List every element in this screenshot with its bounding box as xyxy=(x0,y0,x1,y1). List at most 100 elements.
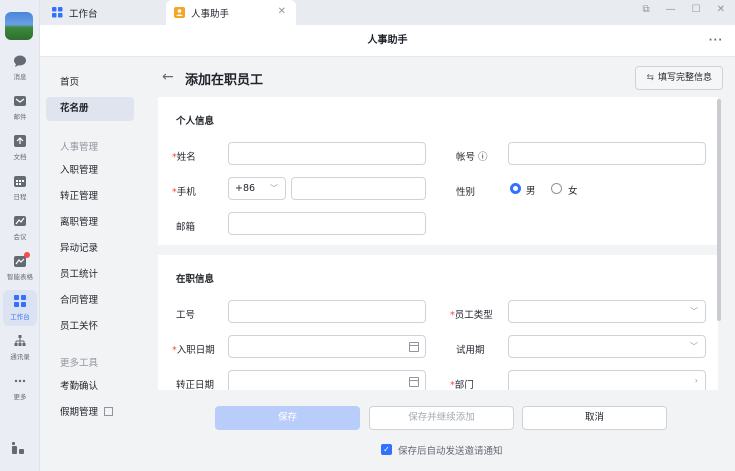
rail-item-docs[interactable]: 文档 xyxy=(0,130,40,166)
avatar[interactable] xyxy=(5,12,33,40)
fill-complete-info-button[interactable]: ⇆ 填写完整信息 xyxy=(635,66,723,90)
nav-item-label: 假期管理 xyxy=(60,407,99,418)
hr-sidebar: 首页 花名册 人事管理 入职管理 转正管理 离职管理 异动记录 员工统计 合同管… xyxy=(40,57,140,471)
rail-item-calendar[interactable]: 日程 xyxy=(0,170,40,206)
apps-icon[interactable] xyxy=(10,440,26,456)
nav-item-roster[interactable]: 花名册 xyxy=(46,97,134,121)
join-date-label: *入职日期 xyxy=(172,345,215,356)
employee-id-label: 工号 xyxy=(176,310,196,321)
more-options-icon[interactable]: ··· xyxy=(709,25,723,56)
country-code-select[interactable]: +86 ﹀ xyxy=(228,177,286,200)
nav-item-holiday[interactable]: 假期管理 xyxy=(46,401,134,425)
probation-select[interactable]: ﹀ xyxy=(508,335,706,358)
nav-item-regular[interactable]: 转正管理 xyxy=(46,185,134,209)
rail-item-workbench[interactable]: 工作台 xyxy=(3,290,37,326)
nav-item-attendance[interactable]: 考勤确认 xyxy=(46,375,134,399)
name-label: *姓名 xyxy=(172,152,196,163)
phone-input[interactable] xyxy=(291,177,426,200)
back-arrow-icon[interactable]: ← xyxy=(162,69,174,85)
page-title: 添加在职员工 xyxy=(185,73,264,88)
button-label: 填写完整信息 xyxy=(657,73,712,83)
department-label: *部门 xyxy=(450,380,474,390)
employee-type-select[interactable]: ﹀ xyxy=(508,300,706,323)
pin-icon[interactable]: ⧉ xyxy=(643,4,650,15)
rail-item-messages[interactable]: 消息 xyxy=(0,50,40,86)
personal-info-card: 个人信息 *姓名 帐号 ⓘ *手机 +86 ﹀ 性别 男 女 邮箱 xyxy=(158,97,718,245)
workbench-icon xyxy=(52,7,63,18)
name-input[interactable] xyxy=(228,142,426,165)
close-icon[interactable]: ✕ xyxy=(278,6,286,17)
regular-date-picker[interactable] xyxy=(228,370,426,390)
tab-bar: 工作台 人事助手 ✕ ⧉ — ☐ ✕ xyxy=(40,0,735,25)
more-icon xyxy=(14,379,26,383)
email-input[interactable] xyxy=(228,212,426,235)
nav-item-stats[interactable]: 员工统计 xyxy=(46,263,134,287)
calendar-icon xyxy=(14,176,26,187)
rail-item-mail[interactable]: 邮件 xyxy=(0,90,40,126)
country-code-value: +86 xyxy=(235,183,256,194)
tab-workbench[interactable]: 工作台 xyxy=(44,0,164,25)
left-rail: 消息 邮件 文档 日程 会议 智能表格 工作台 通讯录 更多 xyxy=(0,0,40,471)
chevron-right-icon: › xyxy=(694,376,698,385)
meeting-icon xyxy=(14,216,26,226)
document-icon xyxy=(14,135,26,147)
section-title: 个人信息 xyxy=(176,116,215,127)
switch-icon: ⇆ xyxy=(646,73,654,83)
chevron-down-icon: ﹀ xyxy=(270,184,278,193)
notify-checkbox[interactable]: ✓ xyxy=(381,444,392,455)
regular-date-label: 转正日期 xyxy=(176,380,215,390)
nav-item-onboard[interactable]: 入职管理 xyxy=(46,159,134,183)
chevron-down-icon: ﹀ xyxy=(690,342,698,351)
window-controls: ⧉ — ☐ ✕ xyxy=(643,4,726,15)
rail-item-contacts[interactable]: 通讯录 xyxy=(0,330,40,366)
nav-item-care[interactable]: 员工关怀 xyxy=(46,315,134,339)
employee-id-input[interactable] xyxy=(228,300,426,323)
close-window-icon[interactable]: ✕ xyxy=(717,4,725,15)
chevron-down-icon: ﹀ xyxy=(690,307,698,316)
rail-label: 工作台 xyxy=(10,313,30,321)
gender-female-label[interactable]: 女 xyxy=(568,183,578,197)
nav-group-hr: 人事管理 xyxy=(60,142,99,153)
scrollbar[interactable] xyxy=(717,99,721,321)
rail-label: 消息 xyxy=(13,73,27,81)
nav-item-contract[interactable]: 合同管理 xyxy=(46,289,134,313)
rail-label: 日程 xyxy=(13,193,27,201)
gender-female-radio[interactable] xyxy=(551,183,562,194)
contacts-icon xyxy=(14,335,26,346)
rail-item-meeting[interactable]: 会议 xyxy=(0,210,40,246)
account-input[interactable] xyxy=(508,142,706,165)
job-info-card: 在职信息 工号 *员工类型 ﹀ *入职日期 试用期 ﹀ 转正日期 *部门 › xyxy=(158,255,718,390)
external-link-icon xyxy=(104,407,114,416)
nav-item-home[interactable]: 首页 xyxy=(46,71,134,95)
nav-item-change[interactable]: 异动记录 xyxy=(46,237,134,261)
phone-label: *手机 xyxy=(172,187,196,198)
nav-item-leave[interactable]: 离职管理 xyxy=(46,211,134,235)
tab-hr-assistant[interactable]: 人事助手 ✕ xyxy=(166,0,296,25)
save-and-continue-button[interactable]: 保存并继续添加 xyxy=(369,406,514,430)
gender-male-radio[interactable] xyxy=(510,183,521,194)
minimize-icon[interactable]: — xyxy=(666,4,676,15)
chat-bubble-icon xyxy=(14,55,26,67)
save-button[interactable]: 保存 xyxy=(215,406,360,430)
join-date-picker[interactable] xyxy=(228,335,426,358)
department-select[interactable]: › xyxy=(508,370,706,390)
nav-group-tools: 更多工具 xyxy=(60,358,99,369)
probation-label: 试用期 xyxy=(456,345,485,356)
maximize-icon[interactable]: ☐ xyxy=(692,4,701,15)
notify-checkbox-label[interactable]: 保存后自动发送邀请通知 xyxy=(398,443,503,457)
app-title-bar: 人事助手 ··· xyxy=(40,25,735,57)
rail-item-more[interactable]: 更多 xyxy=(0,370,40,406)
gender-label: 性别 xyxy=(456,187,476,198)
rail-label: 智能表格 xyxy=(7,273,33,281)
workbench-icon xyxy=(14,295,26,307)
rail-item-smart-table[interactable]: 智能表格 xyxy=(0,250,40,286)
employee-type-label: *员工类型 xyxy=(450,310,493,321)
mail-icon xyxy=(14,96,26,106)
account-label: 帐号 ⓘ xyxy=(456,152,488,163)
calendar-icon xyxy=(409,377,419,387)
app-title: 人事助手 xyxy=(367,35,408,46)
gender-male-label[interactable]: 男 xyxy=(526,183,536,197)
section-title: 在职信息 xyxy=(176,274,215,285)
hr-assistant-icon xyxy=(174,7,185,18)
cancel-button[interactable]: 取消 xyxy=(522,406,667,430)
